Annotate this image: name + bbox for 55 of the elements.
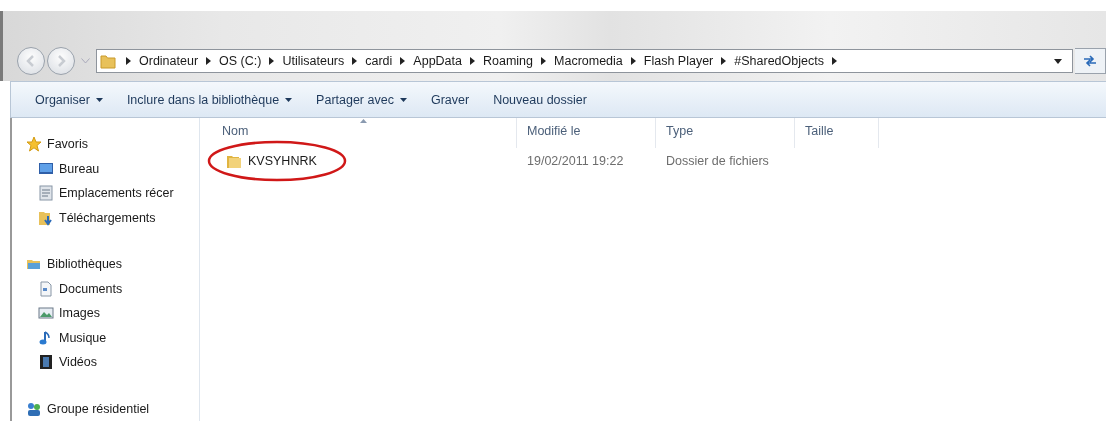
toolbar-button[interactable]: Graver — [430, 89, 470, 110]
film-icon — [38, 354, 54, 371]
folder-icon — [226, 153, 242, 169]
document-icon — [38, 280, 54, 297]
folder-icon — [100, 53, 116, 69]
breadcrumb[interactable]: cardi — [365, 54, 393, 68]
breadcrumb[interactable]: Macromedia — [554, 54, 623, 68]
refresh-icon — [1082, 54, 1098, 68]
nav-item[interactable]: Vidéos — [26, 350, 199, 375]
nav-item[interactable]: Favoris — [26, 132, 199, 157]
chevron-icon[interactable] — [352, 57, 358, 65]
people-icon — [26, 400, 42, 417]
nav-item[interactable]: Images — [26, 301, 199, 326]
nav-item[interactable]: Documents — [26, 276, 199, 301]
chevron-icon[interactable] — [126, 57, 131, 65]
chevron-icon[interactable] — [470, 57, 475, 65]
breadcrumb[interactable]: OS (C:) — [219, 54, 262, 68]
chevron-icon[interactable] — [721, 57, 727, 65]
toolbar-button[interactable]: Inclure dans la bibliothèque — [126, 89, 293, 110]
chevron-icon[interactable] — [630, 57, 636, 65]
chevron-icon[interactable] — [206, 57, 212, 65]
nav-item[interactable]: Groupe résidentiel — [26, 396, 199, 421]
modified-date: 19/02/2011 19:22 — [527, 154, 624, 168]
toolbar-button[interactable]: Nouveau dossier — [493, 89, 587, 110]
chevron-icon[interactable] — [269, 57, 275, 65]
picture-icon — [38, 305, 54, 322]
nav-item[interactable]: Musique — [26, 325, 199, 350]
breadcrumb[interactable]: Roaming — [483, 54, 534, 68]
breadcrumb[interactable]: Ordinateur — [139, 54, 199, 68]
refresh-button[interactable] — [1075, 48, 1106, 74]
nav-item[interactable]: Emplacements récer — [26, 181, 199, 206]
column-header[interactable]: Modifié le — [527, 124, 581, 138]
dropdown-icon[interactable] — [1054, 58, 1062, 64]
document-icon — [38, 185, 54, 202]
chevron-icon[interactable] — [400, 57, 406, 65]
address-bar[interactable]: Ordinateur OS (C:) Utilisateurs cardi AppData Roaming Macromedia Flash Player #SharedObjects — [96, 49, 1073, 73]
file-name[interactable]: KVSYHNRK — [248, 154, 317, 168]
star-icon — [26, 136, 42, 153]
breadcrumb[interactable]: Utilisateurs — [282, 54, 345, 68]
chevron-icon[interactable] — [541, 57, 547, 65]
column-header[interactable]: Taille — [805, 124, 834, 138]
nav-item[interactable]: Téléchargements — [26, 205, 199, 230]
nav-item[interactable]: Bibliothèques — [26, 252, 199, 277]
toolbar-button[interactable]: Partager avec — [316, 89, 407, 110]
column-header[interactable]: Type — [666, 124, 694, 138]
file-type: Dossier de fichiers — [666, 154, 769, 168]
nav-item[interactable]: Bureau — [26, 156, 199, 181]
monitor-icon — [38, 160, 54, 177]
breadcrumb[interactable]: AppData — [413, 54, 462, 68]
breadcrumb[interactable]: #SharedObjects — [734, 54, 824, 68]
chevron-icon[interactable] — [831, 57, 837, 65]
breadcrumb[interactable]: Flash Player — [643, 54, 714, 68]
folder-icon — [38, 209, 54, 226]
column-header[interactable]: Nom — [222, 124, 249, 138]
toolbar-button[interactable]: Organiser — [35, 89, 103, 110]
